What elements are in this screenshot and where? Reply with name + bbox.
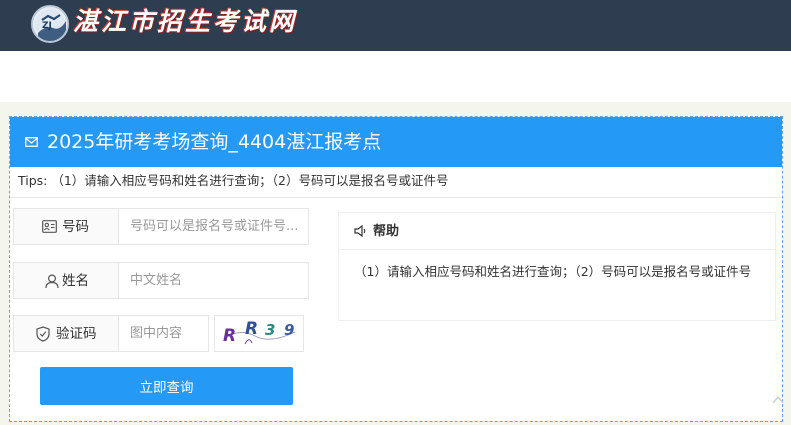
panel-title: 2025年研考考场查询_4404湛江报考点 — [47, 131, 382, 153]
number-input[interactable] — [119, 208, 309, 245]
captcha-label: 验证码 — [56, 326, 97, 342]
help-box: 帮助 （1）请输入相应号码和姓名进行查询；（2）号码可以是报名号或证件号 — [338, 212, 776, 321]
captcha-row: 验证码 R R 3 9 — [13, 315, 309, 352]
query-panel: 2025年研考考场查询_4404湛江报考点 Tips: （1）请输入相应号码和姓… — [9, 116, 783, 422]
name-input[interactable] — [119, 262, 309, 299]
speaker-icon — [354, 225, 366, 237]
number-row: 号码 — [13, 208, 309, 245]
scroll-up-icon[interactable] — [770, 392, 786, 408]
shield-check-icon — [36, 326, 50, 342]
name-label: 姓名 — [62, 273, 89, 289]
captcha-input[interactable] — [119, 315, 209, 352]
panel-header: 2025年研考考场查询_4404湛江报考点 — [10, 117, 782, 167]
number-label: 号码 — [62, 219, 89, 235]
number-label-box: 号码 — [13, 208, 119, 245]
school-emblem-icon[interactable]: ZJ — [31, 5, 69, 43]
name-row: 姓名 — [13, 262, 309, 299]
site-logo-text[interactable]: 湛江市招生考试网 — [73, 6, 297, 38]
user-icon — [45, 274, 59, 289]
captcha-label-box: 验证码 — [13, 315, 119, 352]
banner-area — [0, 51, 791, 102]
captcha-char: R — [223, 326, 237, 346]
site-header: ZJ 湛江市招生考试网 — [0, 0, 791, 51]
help-body: （1）请输入相应号码和姓名进行查询；（2）号码可以是报名号或证件号 — [354, 264, 752, 279]
captcha-char: 9 — [284, 321, 295, 339]
help-title: 帮助 — [373, 224, 400, 239]
captcha-char: R — [245, 319, 259, 339]
mail-icon — [25, 137, 38, 147]
svg-text:ZJ: ZJ — [42, 21, 52, 31]
id-card-icon — [42, 220, 57, 233]
captcha-char: 3 — [265, 321, 276, 339]
name-label-box: 姓名 — [13, 262, 119, 299]
divider — [10, 197, 782, 198]
help-header: 帮助 — [339, 213, 775, 250]
submit-query-button[interactable]: 立即查询 — [40, 367, 293, 405]
tips-text: Tips: （1）请输入相应号码和姓名进行查询；（2）号码可以是报名号或证件号 — [18, 173, 449, 188]
captcha-image[interactable]: R R 3 9 — [214, 315, 304, 352]
